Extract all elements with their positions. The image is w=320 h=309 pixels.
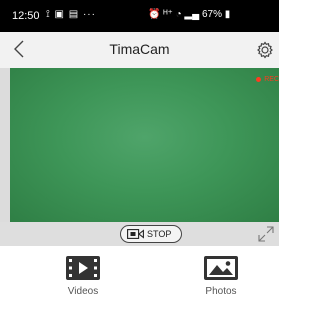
system-icons: ⏰ ᴴ⁺ ◔ ▂▄ 67% ▮ <box>148 9 231 20</box>
status-bar: 12:50 ⟟ ▣ ▤ ··· ⏰ ᴴ⁺ ◔ ▂▄ 67% ▮ <box>0 0 279 32</box>
status-time: 12:50 <box>12 10 40 22</box>
fullscreen-button[interactable] <box>258 226 274 242</box>
chevron-left-icon <box>14 40 24 58</box>
tab-videos-label: Videos <box>67 286 99 297</box>
video-file-icon <box>66 256 100 280</box>
stop-recording-button[interactable]: STOP <box>120 225 182 243</box>
bottom-nav: Videos Photos <box>0 246 279 309</box>
tab-videos[interactable]: Videos <box>43 256 123 306</box>
back-button[interactable] <box>6 34 32 64</box>
app-header: TimaCam <box>0 32 279 68</box>
video-left-border <box>0 68 10 222</box>
tab-photos[interactable]: Photos <box>181 256 261 306</box>
recording-dot-icon <box>256 76 262 82</box>
page-title: TimaCam <box>109 41 170 57</box>
camera-live-view[interactable]: REC <box>10 68 279 222</box>
rec-label: REC <box>264 76 279 83</box>
image-icon <box>204 256 238 280</box>
notification-icons: ⟟ ▣ ▤ ··· <box>46 9 96 20</box>
tab-photos-label: Photos <box>205 286 237 297</box>
settings-button[interactable] <box>256 41 274 59</box>
video-control-bar: STOP <box>0 222 279 246</box>
expand-icon <box>258 226 274 242</box>
recording-indicator: REC <box>256 76 279 83</box>
gear-icon <box>257 41 273 59</box>
stop-label: STOP <box>147 229 172 239</box>
video-camera-icon <box>127 229 144 239</box>
